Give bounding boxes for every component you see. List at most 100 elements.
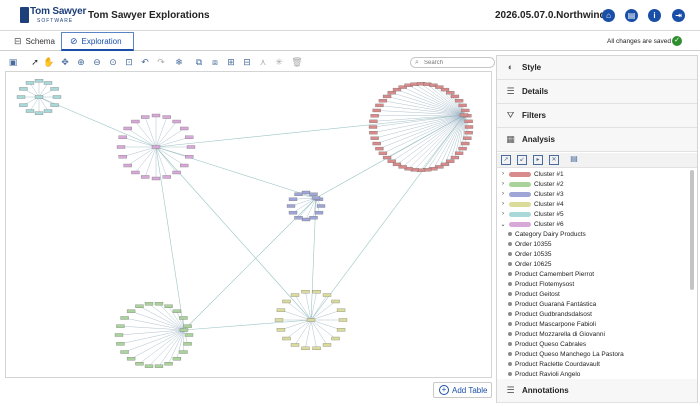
graph-node[interactable] (276, 328, 286, 332)
graph-node[interactable] (151, 176, 161, 181)
graph-node[interactable] (322, 293, 332, 297)
graph-node[interactable] (186, 145, 196, 149)
graph-node[interactable] (172, 170, 181, 175)
graph-node[interactable] (116, 324, 125, 328)
graph-node[interactable] (180, 126, 189, 131)
graph-node[interactable] (50, 87, 59, 91)
graph-node[interactable] (369, 119, 378, 124)
chevron-right-icon[interactable]: › (500, 201, 506, 207)
cluster-item[interactable]: › Cluster #3 (500, 189, 564, 199)
graph-node[interactable] (25, 109, 35, 113)
collapse-icon[interactable]: ⊟ (241, 56, 253, 68)
graph-node[interactable] (123, 163, 132, 168)
graph-node[interactable] (387, 91, 396, 95)
graph-node[interactable] (116, 145, 126, 149)
section-style[interactable]: ◐ Style (497, 56, 697, 80)
graph-node[interactable] (34, 111, 44, 115)
graph-node[interactable] (116, 342, 125, 346)
graph-node[interactable] (463, 136, 472, 140)
cluster-member-item[interactable]: Product Guaraná Fantástica (508, 299, 596, 309)
graph-node[interactable] (375, 103, 384, 108)
graph-node[interactable] (123, 126, 132, 131)
graph-node[interactable] (164, 362, 173, 366)
cluster-member-item[interactable]: Product Ravioli Angelo (508, 369, 580, 378)
graph-node[interactable] (464, 125, 474, 129)
expand-icon[interactable]: ⊞ (225, 56, 237, 68)
graph-node[interactable] (185, 155, 194, 159)
graph-node[interactable] (126, 309, 136, 313)
graph-node[interactable] (331, 299, 340, 304)
graph-node[interactable] (19, 103, 28, 107)
graph-node[interactable] (311, 196, 321, 200)
graph-node[interactable] (151, 113, 161, 118)
graph-node[interactable] (164, 304, 173, 308)
graph-node[interactable] (172, 309, 182, 313)
graph-node[interactable] (459, 113, 469, 117)
graph-node[interactable] (301, 217, 311, 222)
cluster-member-item[interactable]: Product Gudbrandsdalsost (508, 309, 592, 319)
cluster-item[interactable]: › Cluster #4 (500, 199, 564, 209)
graph-node[interactable] (458, 103, 467, 108)
cluster-item[interactable]: › Cluster #1 (500, 169, 564, 179)
graph-node[interactable] (286, 204, 296, 208)
graph-node[interactable] (19, 87, 28, 91)
scrollbar-thumb[interactable] (690, 170, 694, 290)
delete-icon[interactable]: 🗑 (291, 56, 303, 68)
graph-node[interactable] (179, 350, 188, 354)
section-annotations[interactable]: ☰ Annotations (497, 379, 697, 403)
graph-node[interactable] (370, 136, 379, 140)
cluster-item[interactable]: › Cluster #2 (500, 179, 564, 189)
redo-icon[interactable]: ↷ (155, 56, 167, 68)
graph-node[interactable] (372, 141, 381, 146)
logout-icon[interactable]: ⇥ (672, 9, 685, 22)
graph-node[interactable] (172, 357, 182, 361)
graph-node[interactable] (464, 119, 473, 124)
graph-node[interactable] (382, 155, 392, 160)
cluster-item[interactable]: › Cluster #5 (500, 209, 564, 219)
graph-node[interactable] (312, 346, 321, 351)
graph-node[interactable] (336, 328, 346, 332)
graph-node[interactable] (141, 115, 150, 119)
graph-node[interactable] (312, 289, 321, 294)
cluster-member-item[interactable]: Order 10355 (508, 239, 552, 249)
graph-node[interactable] (120, 316, 129, 320)
cluster-member-item[interactable]: Product Queso Cabrales (508, 339, 586, 349)
section-analysis[interactable]: ▦ Analysis (497, 128, 697, 152)
graph-node[interactable] (378, 151, 388, 155)
cluster-member-item[interactable]: Order 10535 (508, 249, 552, 259)
cluster-member-item[interactable]: Product Queso Manchego La Pastora (508, 349, 624, 359)
graph-node[interactable] (131, 119, 140, 124)
graph-node[interactable] (446, 91, 455, 95)
graph-node[interactable] (288, 197, 298, 201)
graph-node[interactable] (276, 308, 286, 312)
cluster-member-item[interactable]: Product Camembert Pierrot (508, 269, 594, 279)
graph-node[interactable] (382, 94, 392, 99)
graph-node[interactable] (372, 108, 381, 113)
graph-node[interactable] (118, 135, 127, 139)
graph-node[interactable] (375, 146, 384, 151)
tom-sawyer-logo[interactable]: Tom Sawyer SOFTWARE (20, 6, 86, 26)
graph-node[interactable] (370, 114, 379, 118)
graph-node[interactable] (120, 350, 129, 354)
section-details[interactable]: ☰ Details (497, 80, 697, 104)
search-input[interactable] (424, 58, 492, 67)
graph-node[interactable] (450, 155, 460, 160)
info-icon[interactable]: i (648, 9, 661, 22)
table-icon[interactable]: ⋏ (257, 56, 269, 68)
cluster-member-item[interactable]: Order 10625 (508, 259, 552, 269)
zoom-fit-icon[interactable]: ⊙ (107, 56, 119, 68)
chevron-right-icon[interactable]: › (500, 171, 506, 177)
graph-node[interactable] (126, 357, 136, 361)
undo-icon[interactable]: ↶ (139, 56, 151, 68)
graph-node[interactable] (144, 364, 154, 368)
graph-node[interactable] (43, 109, 53, 113)
graph-node[interactable] (440, 87, 450, 92)
cluster-member-item[interactable]: Product Mozzarella di Giovanni (508, 329, 605, 339)
graph-node[interactable] (162, 175, 171, 179)
home-icon[interactable]: ⌂ (602, 9, 615, 22)
chevron-right-icon[interactable]: › (500, 211, 506, 217)
graph-node[interactable] (338, 318, 348, 322)
zoom-in-icon[interactable]: ⊕ (75, 56, 87, 68)
graph-node[interactable] (294, 216, 303, 220)
graph-node[interactable] (392, 162, 402, 167)
